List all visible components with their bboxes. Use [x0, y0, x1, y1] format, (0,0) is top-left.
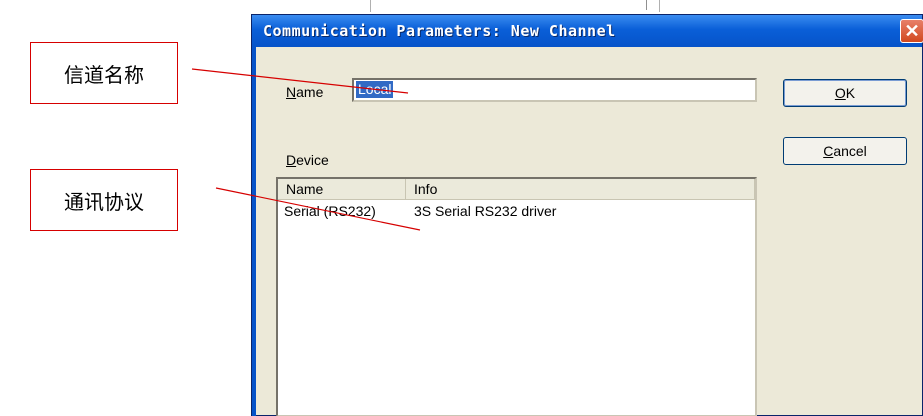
channel-name-input[interactable]: Local — [352, 78, 757, 102]
name-label: Name — [286, 84, 323, 100]
callout-protocol: 通讯协议 — [30, 169, 178, 231]
cancel-label-rest: ancel — [833, 143, 867, 159]
cancel-hotkey: C — [823, 143, 834, 159]
dialog-title: Communication Parameters: New Channel — [263, 22, 616, 40]
background-window-edge — [370, 0, 660, 12]
device-list-header: Name Info — [278, 179, 755, 200]
cancel-button[interactable]: Cancel — [783, 137, 907, 165]
close-button[interactable]: ✕ — [900, 19, 923, 43]
callout-channel-name: 信道名称 — [30, 42, 178, 104]
close-icon: ✕ — [904, 20, 920, 41]
column-header-name[interactable]: Name — [278, 179, 406, 200]
ok-label-rest: K — [845, 85, 856, 101]
dialog-frame-left — [252, 47, 256, 416]
callout-channel-name-text: 信道名称 — [64, 62, 144, 87]
name-label-rest: ame — [296, 84, 324, 100]
name-label-hotkey: N — [286, 84, 297, 100]
device-list-row[interactable]: Serial (RS232) 3S Serial RS232 driver — [278, 203, 755, 223]
device-list[interactable]: Name Info Serial (RS232) 3S Serial RS232… — [276, 177, 757, 416]
ok-hotkey: O — [834, 85, 846, 101]
device-label: Device — [286, 152, 329, 168]
device-info-cell: 3S Serial RS232 driver — [414, 203, 557, 219]
communication-parameters-dialog: Communication Parameters: New Channel ✕ … — [251, 14, 923, 416]
column-header-info[interactable]: Info — [406, 179, 755, 200]
device-label-hotkey: D — [286, 152, 297, 168]
dialog-titlebar[interactable]: Communication Parameters: New Channel ✕ — [252, 15, 923, 47]
device-label-rest: evice — [296, 152, 329, 168]
channel-name-value: Local — [356, 81, 394, 98]
ok-button[interactable]: OK — [783, 79, 907, 107]
background-window-tick — [646, 0, 647, 10]
callout-protocol-text: 通讯协议 — [64, 189, 144, 214]
device-name-cell: Serial (RS232) — [284, 203, 376, 219]
